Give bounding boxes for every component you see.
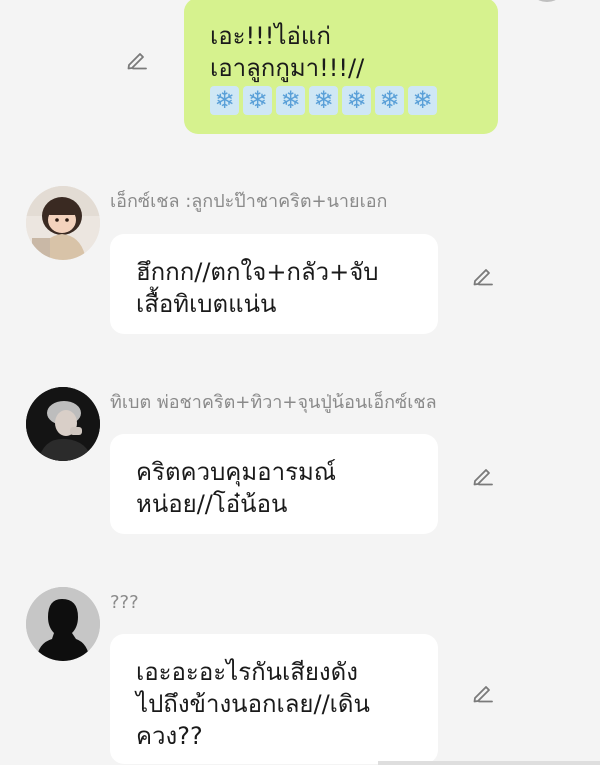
snowflake-icon: ❄ — [309, 86, 338, 115]
outgoing-message-bubble[interactable]: เอะ!!!ไอ่แก่ เอาลูกกูมา!!!// ❄ ❄ ❄ ❄ ❄ ❄… — [184, 0, 498, 134]
snowflake-icon: ❄ — [243, 86, 272, 115]
own-avatar[interactable] — [527, 0, 567, 2]
edit-icon[interactable] — [470, 679, 496, 705]
avatar-excel[interactable] — [26, 186, 100, 260]
message-line: เอาลูกกูมา!!!// — [210, 54, 365, 82]
message-line: ควง?? — [136, 722, 203, 750]
message-line: ไปถึงข้างนอกเลย//เดิน — [136, 690, 370, 718]
avatar-tibet[interactable] — [26, 387, 100, 461]
message-line: เสื้อทิเบตแน่น — [136, 290, 277, 318]
sender-name: ทิเบต พ่อชาคริต+ทิวา+จุนปู่น้อนเอ็กซ์เชล — [110, 392, 437, 413]
message-bubble[interactable]: เอะอะอะไรกันเสียงดัง ไปถึงข้างนอกเลย//เด… — [110, 634, 438, 764]
message-bubble[interactable]: คริตควบคุมอารมณ์ หน่อย//โอ๋น้อน — [110, 434, 438, 534]
sender-name: ??? — [110, 592, 139, 613]
emoji-row: ❄ ❄ ❄ ❄ ❄ ❄ ❄ — [210, 86, 478, 115]
snowflake-icon: ❄ — [408, 86, 437, 115]
snowflake-icon: ❄ — [342, 86, 371, 115]
message-line: คริตควบคุมอารมณ์ — [136, 458, 337, 486]
sender-name: เอ็กซ์เชล :ลูกปะป๊าชาคริต+นายเอก — [110, 191, 388, 212]
message-line: เอะ!!!ไอ่แก่ — [210, 22, 331, 50]
message-line: เอะอะอะไรกันเสียงดัง — [136, 658, 358, 686]
edit-icon[interactable] — [470, 262, 496, 288]
chat-area: เอะ!!!ไอ่แก่ เอาลูกกูมา!!!// ❄ ❄ ❄ ❄ ❄ ❄… — [0, 0, 600, 765]
message-bubble[interactable]: ฮึกกก//ตกใจ+กลัว+จับ เสื้อทิเบตแน่น — [110, 234, 438, 334]
snowflake-icon: ❄ — [375, 86, 404, 115]
snowflake-icon: ❄ — [276, 86, 305, 115]
message-line: ฮึกกก//ตกใจ+กลัว+จับ — [136, 258, 379, 286]
message-line: หน่อย//โอ๋น้อน — [136, 490, 288, 518]
avatar-unknown[interactable] — [26, 587, 100, 661]
edit-icon[interactable] — [124, 46, 150, 72]
edit-icon[interactable] — [470, 462, 496, 488]
snowflake-icon: ❄ — [210, 86, 239, 115]
bottom-bar — [378, 761, 600, 765]
